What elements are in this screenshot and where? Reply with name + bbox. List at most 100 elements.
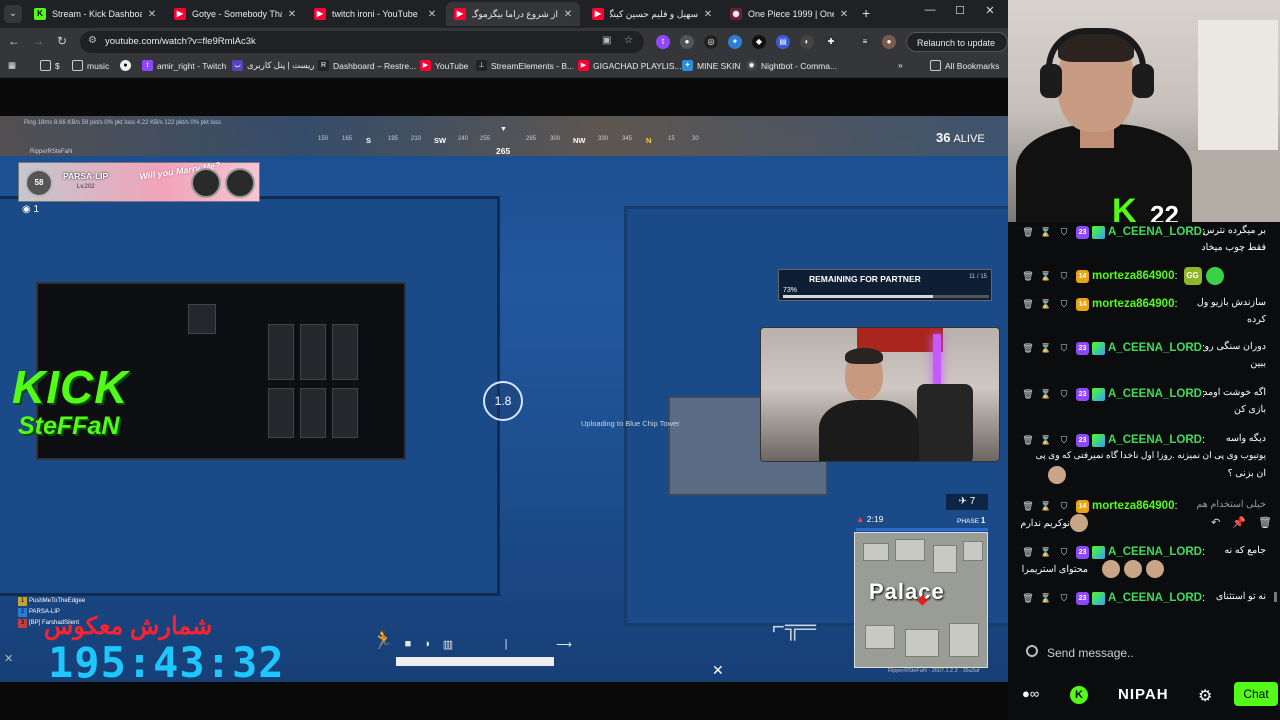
timeout-icon[interactable]: ⌛ bbox=[1040, 342, 1052, 354]
tab-close-icon[interactable]: ✕ bbox=[838, 9, 850, 20]
chat-username[interactable]: A_CEENA_LORD bbox=[1108, 592, 1202, 604]
ban-shield-icon[interactable]: ⛉ bbox=[1058, 226, 1070, 238]
timeout-icon[interactable]: ⌛ bbox=[1040, 226, 1052, 238]
reading-list-icon[interactable]: ≡ bbox=[858, 35, 872, 49]
chat-username[interactable]: morteza864900 bbox=[1092, 298, 1174, 310]
tab-active-video[interactable]: ▶ از شروع دراما بیگزموگ ✕ bbox=[446, 2, 580, 26]
delete-icon[interactable]: 🗑 bbox=[1258, 516, 1272, 532]
minimize-icon[interactable]: — bbox=[920, 4, 940, 16]
extension-translate-icon[interactable]: ✦ bbox=[728, 35, 742, 49]
timeout-icon[interactable]: ⌛ bbox=[1040, 270, 1052, 282]
all-bookmarks-button[interactable]: All Bookmarks bbox=[930, 60, 999, 71]
chat-message[interactable]: 🗑 ⌛ ⛉ 14 morteza864900: سازندش بازیو ول کر… bbox=[1008, 296, 1276, 330]
profile-avatar[interactable]: ● bbox=[882, 35, 896, 49]
ban-shield-icon[interactable]: ⛉ bbox=[1058, 270, 1070, 282]
delete-icon[interactable]: 🗑 bbox=[1022, 546, 1034, 558]
delete-icon[interactable]: 🗑 bbox=[1022, 500, 1034, 512]
new-tab-button[interactable]: + bbox=[862, 5, 870, 21]
ban-shield-icon[interactable]: ⛉ bbox=[1058, 298, 1070, 310]
extension-twitch-icon[interactable]: t bbox=[656, 35, 670, 49]
chat-username[interactable]: morteza864900 bbox=[1092, 270, 1174, 282]
close-icon[interactable]: ✕ bbox=[712, 662, 724, 679]
tab-close-icon[interactable]: ✕ bbox=[426, 9, 438, 20]
delete-icon[interactable]: 🗑 bbox=[1022, 270, 1034, 282]
extension-globe-icon[interactable]: ◐ bbox=[800, 35, 814, 49]
extension-badge-icon[interactable]: ◎ bbox=[704, 35, 718, 49]
chat-username[interactable]: A_CEENA_LORD bbox=[1108, 546, 1202, 558]
nipah-extension-label[interactable]: NIPAH bbox=[1118, 686, 1169, 703]
tab-close-icon[interactable]: ✕ bbox=[702, 9, 714, 20]
extension-docs-icon[interactable]: ▤ bbox=[776, 35, 790, 49]
ban-shield-icon[interactable]: ⛉ bbox=[1058, 342, 1070, 354]
tab-kick-dashboard[interactable]: K Stream - Kick Dashboard ✕ bbox=[26, 2, 164, 26]
chat-message[interactable]: 🗑 ⌛ ⛉ 23 A_CEENA_LORD: جامع که نه محتوای ا… bbox=[1008, 544, 1276, 582]
relaunch-update-button[interactable]: Relaunch to update ⋮ bbox=[906, 32, 1008, 68]
bookmark-nightbot[interactable]: ◉ Nightbot - Comma... bbox=[746, 60, 837, 71]
tab-search-button[interactable]: ⌄ bbox=[4, 5, 22, 23]
dismiss-icon[interactable]: ✕ bbox=[4, 652, 13, 665]
reload-icon[interactable]: ↻ bbox=[54, 34, 70, 48]
url-text[interactable]: youtube.com/watch?v=fle9RmlAc3k bbox=[105, 36, 256, 47]
ban-shield-icon[interactable]: ⛉ bbox=[1058, 546, 1070, 558]
bookmark-streamelements[interactable]: ⊥ StreamElements - B... bbox=[476, 60, 574, 71]
chat-username[interactable]: A_CEENA_LORD bbox=[1108, 388, 1202, 400]
tab-close-icon[interactable]: ✕ bbox=[562, 9, 574, 20]
more-bookmarks-icon[interactable]: » bbox=[898, 60, 903, 70]
timeout-icon[interactable]: ⌛ bbox=[1040, 500, 1052, 512]
tab-close-icon[interactable]: ✕ bbox=[286, 9, 298, 20]
timeout-icon[interactable]: ⌛ bbox=[1040, 298, 1052, 310]
delete-icon[interactable]: 🗑 bbox=[1022, 434, 1034, 446]
kick-logo-icon[interactable]: K bbox=[1070, 686, 1088, 704]
tab-close-icon[interactable]: ✕ bbox=[146, 9, 158, 20]
delete-icon[interactable]: 🗑 bbox=[1022, 592, 1034, 604]
chat-username[interactable]: A_CEENA_LORD bbox=[1108, 226, 1202, 238]
timeout-icon[interactable]: ⌛ bbox=[1040, 592, 1052, 604]
chat-message[interactable]: 🗑 ⌛ ⛉ 14 morteza864900: GG bbox=[1008, 267, 1276, 288]
delete-icon[interactable]: 🗑 bbox=[1022, 226, 1034, 238]
close-window-icon[interactable]: ✕ bbox=[980, 4, 1000, 17]
tab-soheil[interactable]: ▶ سهیل و فلیم حسین کینگ ✕ bbox=[584, 2, 720, 26]
address-bar[interactable]: ⚙ youtube.com/watch?v=fle9RmlAc3k ▣ ☆ bbox=[80, 31, 644, 53]
settings-gear-icon[interactable]: ⚙ bbox=[1198, 686, 1212, 706]
ban-shield-icon[interactable]: ⛉ bbox=[1058, 500, 1070, 512]
chat-username[interactable]: morteza864900 bbox=[1092, 500, 1174, 512]
chat-message[interactable]: 🗑 ⌛ ⛉ 23 A_CEENA_LORD: بر میگرده نترس فقط … bbox=[1008, 224, 1276, 258]
tab-one-piece[interactable]: ◉ One Piece 1999 | One Pie ✕ bbox=[722, 2, 856, 26]
bookmark-github[interactable]: ● bbox=[120, 60, 135, 71]
maximize-icon[interactable]: ☐ bbox=[950, 4, 970, 17]
timeout-icon[interactable]: ⌛ bbox=[1040, 388, 1052, 400]
apps-grid-icon[interactable]: ▦ bbox=[8, 60, 16, 71]
chat-username[interactable]: A_CEENA_LORD bbox=[1108, 342, 1202, 354]
bookmark-gigachad[interactable]: ▶ GIGACHAD PLAYLIS... bbox=[578, 60, 682, 71]
timeout-icon[interactable]: ⌛ bbox=[1040, 434, 1052, 446]
ban-shield-icon[interactable]: ⛉ bbox=[1058, 388, 1070, 400]
bookmark-youtube[interactable]: ▶ YouTube bbox=[420, 60, 468, 71]
emote-picker-icon[interactable]: ●∞ bbox=[1022, 686, 1039, 701]
bookmark-twitch[interactable]: t amir_right - Twitch bbox=[142, 60, 226, 71]
site-info-icon[interactable]: ⚙ bbox=[88, 35, 97, 46]
bookmark-restream[interactable]: R Dashboard – Restre... bbox=[318, 60, 416, 71]
delete-icon[interactable]: 🗑 bbox=[1022, 298, 1034, 310]
video-player[interactable]: Ping 18ms 8.66 KB/s 59 pkt/s 0% pkt loss… bbox=[0, 78, 1008, 720]
chat-username[interactable]: A_CEENA_LORD bbox=[1108, 434, 1202, 446]
bookmark-star-icon[interactable]: ☆ bbox=[624, 35, 633, 46]
chat-message-hovered[interactable]: 🗑 ⌛ ⛉ 14 morteza864900: خیلی استخدام هم نو… bbox=[1008, 498, 1276, 534]
chat-scrollbar[interactable] bbox=[1274, 592, 1277, 602]
chat-message[interactable]: 🗑 ⌛ ⛉ 23 A_CEENA_LORD: دیگه واسه یوتیوب وی… bbox=[1008, 432, 1276, 488]
ban-shield-icon[interactable]: ⛉ bbox=[1058, 434, 1070, 446]
cast-icon[interactable]: ▣ bbox=[602, 35, 611, 46]
chat-message[interactable]: 🗑 ⌛ ⛉ 23 A_CEENA_LORD: دوران سنگی رو ببین bbox=[1008, 340, 1276, 374]
chat-message[interactable]: 🗑 ⌛ ⛉ 23 A_CEENA_LORD: اگه خوشت اومد بازی … bbox=[1008, 386, 1276, 420]
bookmark-folder-dollar[interactable]: $ bbox=[40, 60, 60, 71]
back-arrow-icon[interactable]: ← bbox=[6, 34, 22, 48]
extensions-puzzle-icon[interactable]: ✚ bbox=[824, 35, 838, 49]
chat-message[interactable]: 🗑 ⌛ ⛉ 23 A_CEENA_LORD: نه تو استثنای bbox=[1008, 590, 1276, 608]
bookmark-panel[interactable]: ب ریست | پنل کاربری bbox=[232, 60, 315, 71]
tab-gotye[interactable]: ▶ Gotye - Somebody That I ✕ bbox=[166, 2, 304, 26]
bookmark-folder-music[interactable]: music bbox=[72, 60, 109, 71]
forward-arrow-icon[interactable]: → bbox=[30, 34, 46, 48]
pin-icon[interactable]: 📌 bbox=[1232, 516, 1246, 532]
chat-input[interactable]: Send message.. bbox=[1020, 640, 1270, 666]
reply-icon[interactable]: ↶ bbox=[1211, 516, 1220, 532]
delete-icon[interactable]: 🗑 bbox=[1022, 388, 1034, 400]
